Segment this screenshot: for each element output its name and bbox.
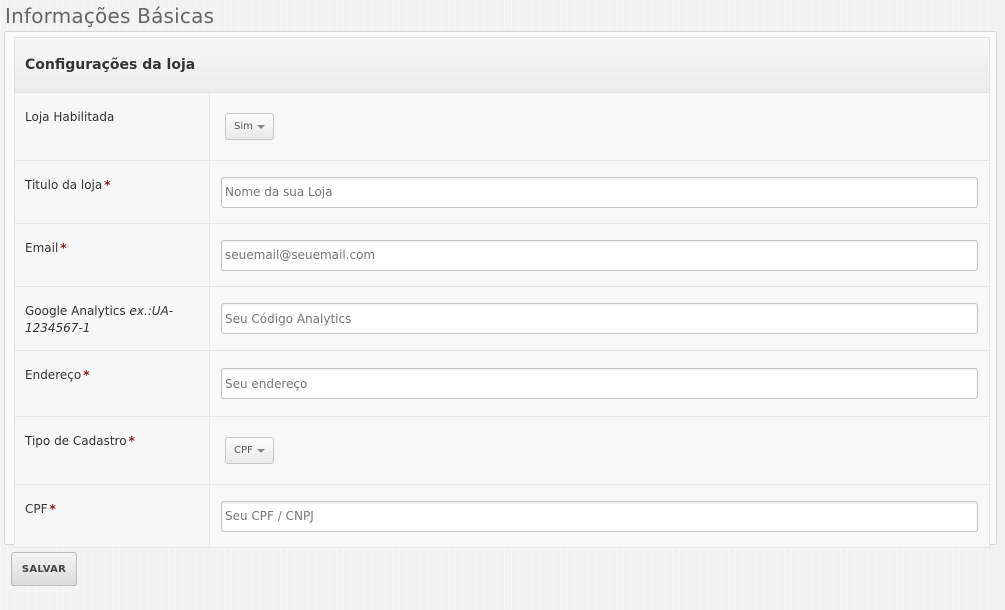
row-store-enabled: Loja Habilitada Sim (14, 93, 990, 161)
required-icon: * (83, 368, 90, 382)
analytics-input[interactable] (221, 303, 978, 334)
store-enabled-label: Loja Habilitada (15, 93, 210, 160)
row-analytics: Google Analytics ex.:UA-1234567-1 (14, 287, 990, 351)
registration-type-select[interactable]: CPF (225, 437, 274, 464)
cpf-label: CPF * (15, 485, 210, 547)
store-enabled-select[interactable]: Sim (225, 113, 274, 140)
row-email: Email * (14, 224, 990, 287)
row-registration-type: Tipo de Cadastro * CPF (14, 417, 990, 485)
required-icon: * (49, 502, 56, 516)
address-label: Endereço * (15, 351, 210, 416)
email-label: Email * (15, 224, 210, 286)
row-address: Endereço * (14, 351, 990, 417)
chevron-down-icon (256, 124, 265, 129)
required-icon: * (60, 241, 67, 255)
store-title-input[interactable] (221, 176, 978, 208)
address-input[interactable] (221, 368, 978, 399)
cpf-input[interactable] (221, 500, 978, 532)
save-button[interactable]: SALVAR (11, 552, 77, 586)
registration-type-label: Tipo de Cadastro * (15, 417, 210, 484)
analytics-label: Google Analytics ex.:UA-1234567-1 (15, 287, 210, 350)
chevron-down-icon (256, 448, 265, 453)
page-title: Informações Básicas (5, 4, 215, 28)
row-cpf: CPF * (14, 485, 990, 548)
email-input[interactable] (221, 239, 978, 271)
store-settings-panel: Configurações da loja Loja Habilitada Si… (4, 31, 997, 548)
panel-header: Configurações da loja (14, 37, 990, 93)
row-store-title: Titulo da loja * (14, 161, 990, 224)
required-icon: * (128, 434, 135, 448)
required-icon: * (104, 178, 111, 192)
store-title-label: Titulo da loja * (15, 161, 210, 223)
